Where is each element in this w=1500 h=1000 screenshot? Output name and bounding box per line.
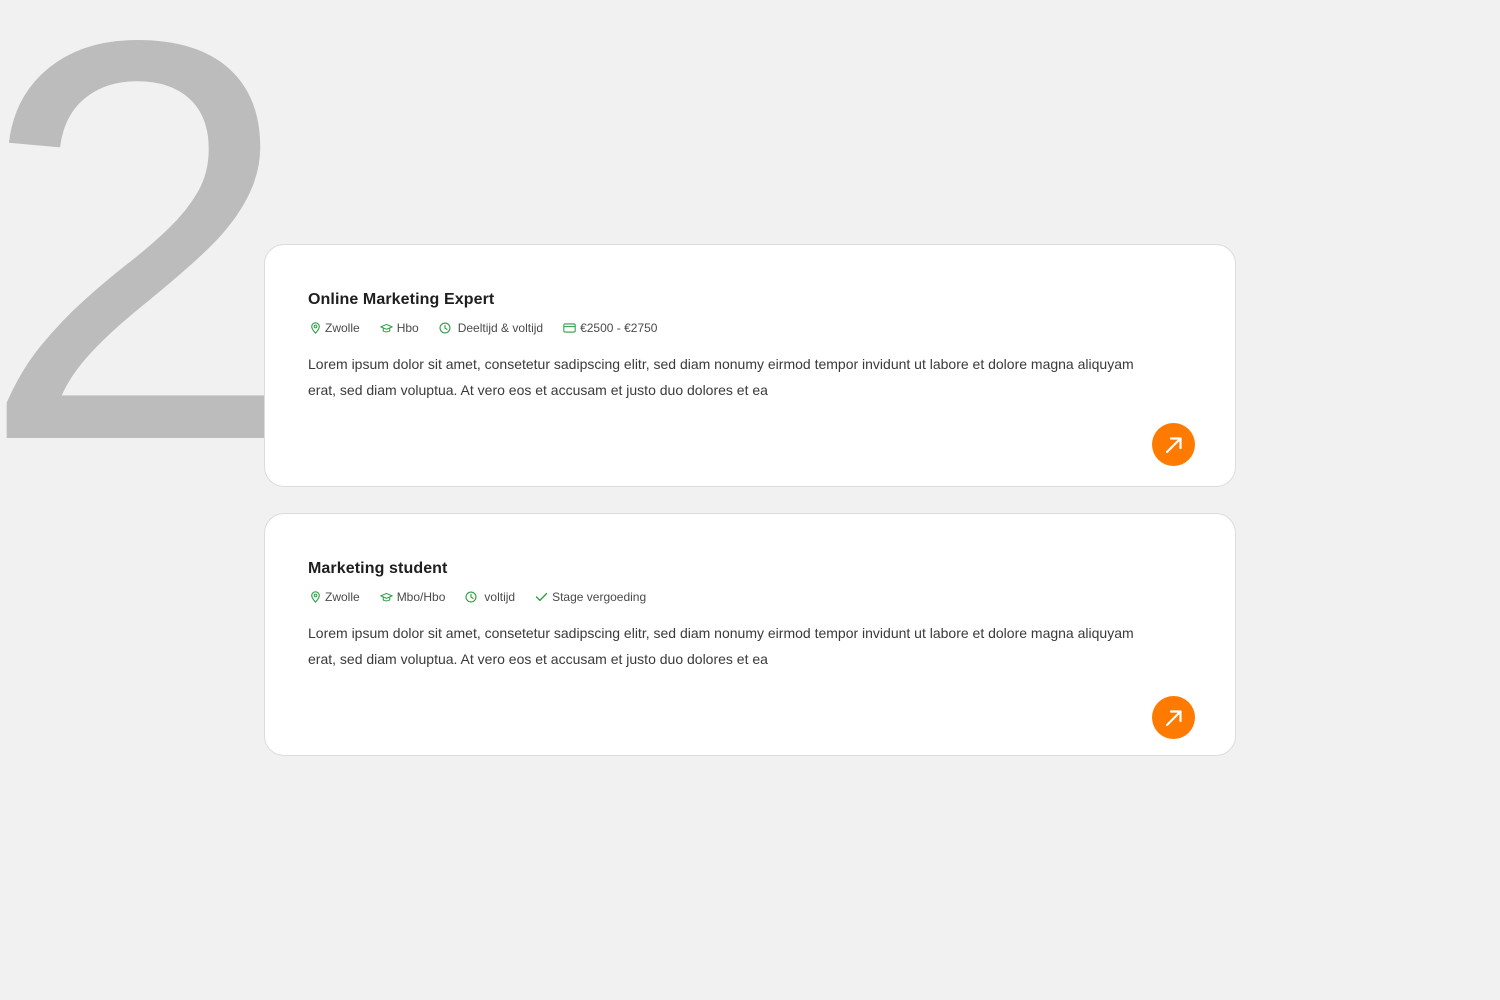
- job-description: Lorem ipsum dolor sit amet, consetetur s…: [308, 625, 1134, 667]
- graduation-cap-icon: [379, 323, 393, 332]
- meta-location: Zwolle: [310, 321, 360, 335]
- meta-hours: Deeltijd & voltijd: [439, 321, 543, 335]
- job-description: Lorem ipsum dolor sit amet, consetetur s…: [308, 356, 1134, 398]
- job-card[interactable]: Online Marketing Expert Zwolle Hbo Deelt…: [264, 244, 1236, 487]
- location-pin-icon: [311, 591, 320, 603]
- meta-hours: voltijd: [465, 590, 515, 604]
- clock-icon: [439, 322, 451, 334]
- meta-salary: €2500 - €2750: [563, 321, 657, 335]
- checkmark-icon: [535, 592, 548, 602]
- open-job-button[interactable]: [1152, 696, 1195, 739]
- meta-salary-text: €2500 - €2750: [580, 321, 658, 335]
- credit-card-icon: [563, 323, 576, 333]
- arrow-up-right-icon: [1165, 709, 1182, 726]
- location-pin-icon: [311, 322, 320, 334]
- meta-hours-text: Deeltijd & voltijd: [457, 321, 544, 335]
- meta-hours-text: voltijd: [484, 590, 516, 604]
- meta-location-text: Zwolle: [325, 590, 360, 604]
- meta-location-text: Zwolle: [325, 321, 360, 335]
- meta-education: Mbo/Hbo: [379, 590, 446, 604]
- job-meta: Zwolle Hbo Deeltijd & voltijd €2500 - €2…: [310, 321, 677, 335]
- job-title: Online Marketing Expert: [308, 291, 495, 308]
- meta-location: Zwolle: [310, 590, 360, 604]
- meta-compensation-text: Stage vergoeding: [552, 590, 647, 604]
- arrow-up-right-icon: [1165, 436, 1182, 453]
- meta-education-text: Hbo: [396, 321, 419, 335]
- job-meta: Zwolle Mbo/Hbo voltijd Stage vergoeding: [310, 590, 666, 604]
- graduation-cap-icon: [379, 592, 393, 601]
- job-card[interactable]: Marketing student Zwolle Mbo/Hbo voltijd: [264, 513, 1236, 756]
- meta-education-text: Mbo/Hbo: [396, 590, 446, 604]
- meta-education: Hbo: [379, 321, 419, 335]
- clock-icon: [465, 591, 477, 603]
- open-job-button[interactable]: [1152, 423, 1195, 466]
- job-title: Marketing student: [308, 560, 448, 577]
- step-number-text: 2: [0, 0, 295, 460]
- meta-compensation: Stage vergoeding: [535, 590, 646, 604]
- step-number: 2: [0, 0, 300, 460]
